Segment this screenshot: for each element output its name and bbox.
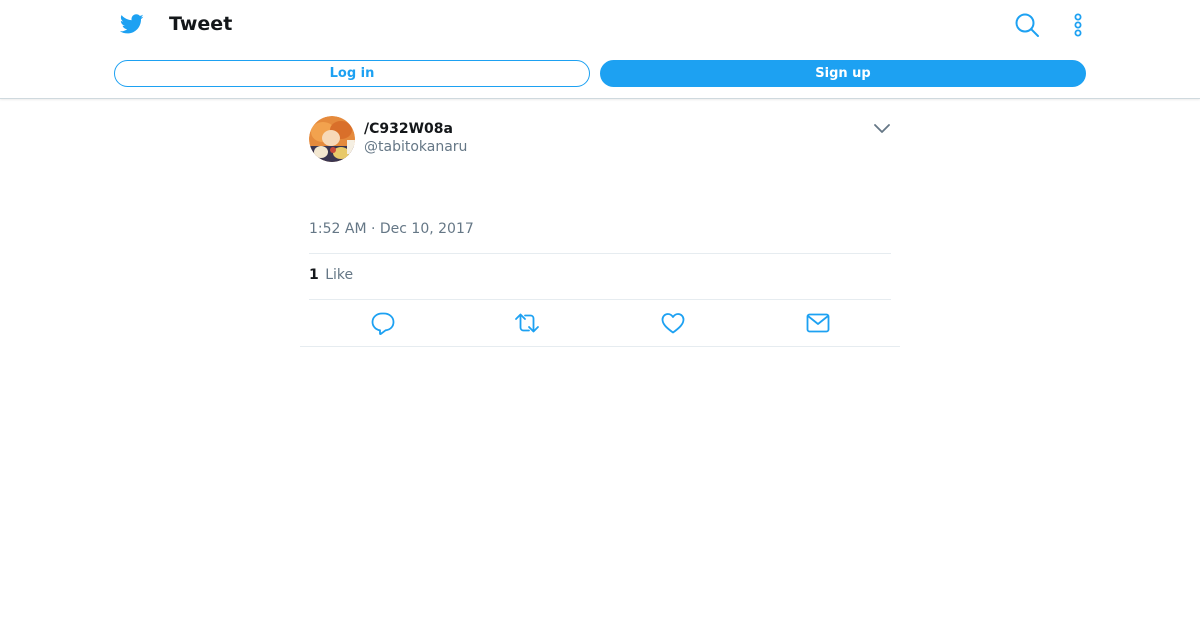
- login-button[interactable]: Log in: [114, 60, 590, 87]
- twitter-bird-icon[interactable]: [119, 12, 145, 36]
- top-bar: Tweet Log in Sign up: [0, 0, 1200, 99]
- display-name[interactable]: /C932W08a: [364, 120, 453, 138]
- chevron-down-icon[interactable]: [872, 120, 892, 138]
- tweet-timestamp[interactable]: 1:52 AM · Dec 10, 2017: [309, 220, 474, 238]
- reply-icon[interactable]: [369, 310, 395, 336]
- like-count[interactable]: 1 Like: [309, 266, 353, 284]
- tweet-card: /C932W08a @tabitokanaru 1:52 AM · Dec 10…: [300, 99, 900, 347]
- signup-button[interactable]: Sign up: [600, 60, 1086, 87]
- mail-icon[interactable]: [805, 310, 831, 336]
- user-handle[interactable]: @tabitokanaru: [364, 138, 467, 156]
- divider: [309, 299, 891, 300]
- like-count-value: 1: [309, 267, 319, 283]
- search-icon[interactable]: [1014, 12, 1040, 38]
- avatar[interactable]: [309, 116, 355, 162]
- divider: [309, 253, 891, 254]
- more-vertical-icon[interactable]: [1068, 12, 1088, 38]
- like-count-label: Like: [325, 267, 354, 283]
- retweet-icon[interactable]: [514, 310, 540, 336]
- page-title: Tweet: [169, 13, 233, 35]
- heart-icon[interactable]: [660, 310, 686, 336]
